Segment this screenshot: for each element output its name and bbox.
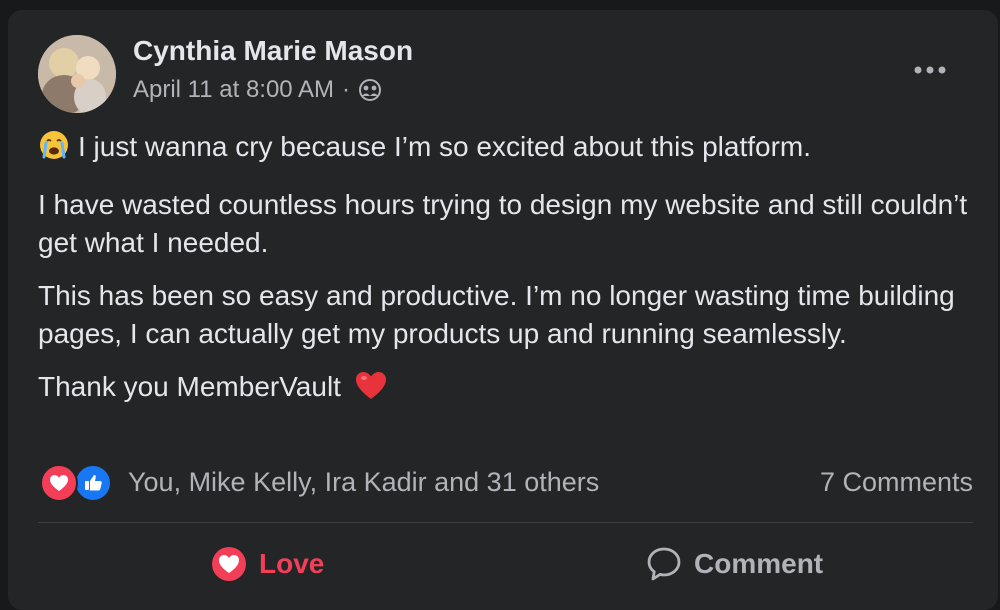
- red-heart-icon: [355, 371, 387, 411]
- post-body: I just wanna cry because I’m so excited …: [38, 128, 973, 426]
- meta-separator: ·: [342, 76, 350, 103]
- author-avatar[interactable]: [38, 35, 116, 113]
- post-paragraph-text: I just wanna cry because I’m so excited …: [78, 131, 812, 162]
- love-icon: [211, 546, 247, 582]
- author-name[interactable]: Cynthia Marie Mason: [133, 35, 413, 67]
- more-horizontal-icon: [914, 61, 946, 79]
- love-reaction-icon: [40, 464, 78, 502]
- crying-face-icon: [38, 129, 70, 171]
- love-button-label: Love: [259, 548, 325, 579]
- post-paragraph: This has been so easy and productive. I’…: [38, 280, 955, 349]
- post-card: Cynthia Marie Mason April 11 at 8:00 AM …: [8, 10, 998, 610]
- love-button[interactable]: Love: [211, 538, 324, 590]
- reactions-row: You, Mike Kelly, Ira Kadir and 31 others…: [38, 458, 973, 506]
- friends-icon[interactable]: [358, 79, 382, 101]
- more-options-button[interactable]: [905, 52, 955, 88]
- like-reaction-icon: [74, 464, 112, 502]
- comment-button[interactable]: Comment: [646, 538, 823, 590]
- post-meta: April 11 at 8:00 AM ·: [133, 76, 382, 104]
- comments-count[interactable]: 7 Comments: [820, 467, 973, 498]
- comment-icon: [646, 546, 682, 582]
- post-paragraph-text: Thank you MemberVault: [38, 371, 341, 402]
- post-timestamp[interactable]: April 11 at 8:00 AM: [133, 76, 334, 104]
- reaction-icons[interactable]: [38, 462, 118, 502]
- post-paragraph: Thank you MemberVault: [38, 368, 973, 411]
- post-paragraph: I have wasted countless hours trying to …: [38, 189, 968, 258]
- post-paragraph: I just wanna cry because I’m so excited …: [38, 128, 973, 171]
- reactors-summary[interactable]: You, Mike Kelly, Ira Kadir and 31 others: [128, 467, 820, 498]
- comment-button-label: Comment: [694, 548, 824, 579]
- divider: [38, 522, 973, 523]
